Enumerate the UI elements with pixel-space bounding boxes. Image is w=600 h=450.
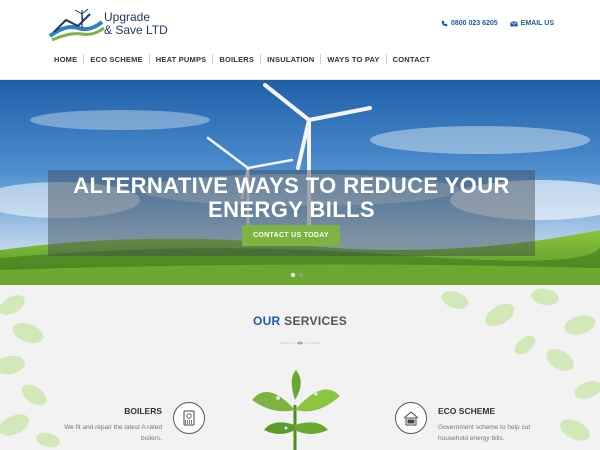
services-section: OUR SERVICES BOILERS We fit and repair t…	[0, 285, 600, 450]
nav-item-ways-to-pay[interactable]: WAYS TO PAY	[321, 55, 385, 64]
service-desc-line: boilers.	[141, 435, 162, 442]
service-icon-boilers[interactable]	[173, 402, 205, 434]
nav-item-contact[interactable]: CONTACT	[387, 55, 437, 64]
hero-title: ALTERNATIVE WAYS TO REDUCE YOUR ENERGY B…	[48, 174, 535, 222]
nav-item-insulation[interactable]: INSULATION	[261, 55, 320, 64]
main-nav: HOME ECO SCHEME HEAT PUMPS BOILERS INSUL…	[48, 54, 436, 64]
services-heading: OUR SERVICES	[0, 314, 600, 328]
email-link[interactable]: EMAIL US	[509, 20, 554, 27]
service-desc-line: household energy bills.	[438, 435, 505, 442]
services-heading-our: OUR	[252, 314, 281, 328]
wind-turbine-logo-icon	[48, 8, 105, 42]
service-desc-eco-scheme: Government scheme to help cut household …	[438, 422, 558, 444]
phone-link[interactable]: 0800 023 6205	[441, 20, 498, 27]
nav-item-eco-scheme[interactable]: ECO SCHEME	[84, 55, 148, 64]
plant-sprout-image	[252, 370, 340, 450]
slider-dot[interactable]	[291, 273, 295, 277]
slider-dot[interactable]	[299, 273, 303, 277]
slider-pagination	[291, 273, 303, 277]
service-desc-line: We fit and repair the latest A rated	[64, 424, 162, 431]
service-desc-line: Government scheme to help cut	[438, 424, 531, 431]
service-desc-boilers: We fit and repair the latest A rated boi…	[52, 422, 162, 444]
logo[interactable]: Upgrade & Save LTD	[48, 6, 188, 46]
envelope-icon	[509, 20, 518, 26]
hero-slider: ALTERNATIVE WAYS TO REDUCE YOUR ENERGY B…	[0, 80, 600, 285]
phone-icon	[441, 20, 448, 27]
service-title-eco-scheme[interactable]: ECO SCHEME	[438, 406, 495, 416]
leaf-divider-icon	[280, 341, 320, 345]
brand-line-1: Upgrade	[104, 10, 151, 24]
services-heading-services: SERVICES	[284, 314, 348, 328]
service-title-boilers[interactable]: BOILERS	[60, 406, 162, 416]
brand-line-2: & Save LTD	[104, 23, 168, 37]
contact-us-today-button[interactable]: CONTACT US TODAY	[242, 225, 340, 246]
email-label: EMAIL US	[520, 20, 554, 27]
hero-title-line-1: ALTERNATIVE WAYS TO REDUCE YOUR	[73, 173, 510, 198]
brand-name: Upgrade & Save LTD	[104, 11, 168, 37]
hero-title-line-2: ENERGY BILLS	[208, 197, 375, 222]
nav-item-home[interactable]: HOME	[48, 55, 83, 64]
nav-item-heat-pumps[interactable]: HEAT PUMPS	[150, 55, 213, 64]
header-contact: 0800 023 6205 EMAIL US	[441, 20, 554, 27]
site-header: Upgrade & Save LTD 0800 023 6205 EMAIL U…	[0, 0, 600, 80]
eco-icon	[403, 411, 419, 426]
boiler-icon	[183, 410, 195, 426]
service-icon-eco-scheme[interactable]	[395, 402, 427, 434]
phone-number: 0800 023 6205	[450, 20, 498, 27]
nav-item-boilers[interactable]: BOILERS	[213, 55, 260, 64]
